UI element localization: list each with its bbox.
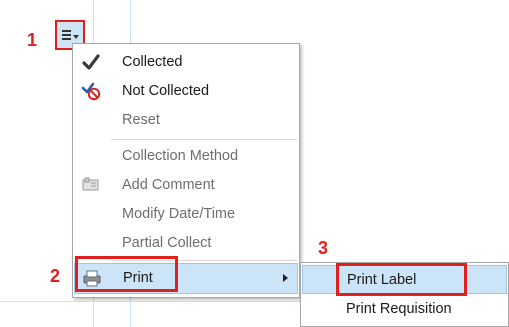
menu-item-print[interactable]: Print bbox=[74, 263, 298, 294]
step-3-label: 3 bbox=[318, 238, 329, 258]
chevron-down-icon bbox=[72, 34, 79, 39]
grid-line-vertical bbox=[130, 298, 131, 327]
menu-item-label: Print bbox=[123, 270, 153, 286]
menu-separator bbox=[111, 139, 297, 140]
comment-icon bbox=[82, 177, 99, 191]
step-2-label: 2 bbox=[50, 266, 61, 286]
menu-item-label: Not Collected bbox=[122, 83, 210, 99]
menu-item-label: Modify Date/Time bbox=[122, 206, 236, 222]
menu-item-label: Partial Collect bbox=[122, 235, 212, 251]
menu-item-reset[interactable]: Reset bbox=[74, 106, 298, 135]
hamburger-menu-icon bbox=[61, 30, 71, 40]
step-1-label: 1 bbox=[27, 30, 38, 50]
context-menu: Collected Not Collected Reset Collection… bbox=[72, 43, 300, 298]
grid-line-vertical bbox=[130, 0, 131, 43]
menu-item-add-comment[interactable]: Add Comment bbox=[74, 171, 298, 200]
menu-item-modify-date-time[interactable]: Modify Date/Time bbox=[74, 200, 298, 229]
submenu-item-print-requisition[interactable]: Print Requisition bbox=[302, 295, 507, 324]
menu-item-not-collected[interactable]: Not Collected bbox=[74, 77, 298, 106]
grid-line-horizontal bbox=[0, 301, 300, 302]
menu-separator bbox=[111, 260, 297, 261]
screenshot-stage: 1 Collected Not Collected Reset Collecti… bbox=[0, 0, 509, 327]
menu-item-label: Reset bbox=[122, 112, 160, 128]
menu-item-label: Collection Method bbox=[122, 148, 239, 164]
submenu-item-label: Print Label bbox=[347, 272, 417, 288]
menu-item-label: Collected bbox=[122, 54, 183, 70]
menu-item-collection-method[interactable]: Collection Method bbox=[74, 142, 298, 171]
menu-item-label: Add Comment bbox=[122, 177, 215, 193]
print-submenu: Print Label Print Requisition bbox=[300, 262, 509, 327]
submenu-item-print-label[interactable]: Print Label bbox=[302, 265, 507, 294]
chevron-right-icon bbox=[283, 274, 288, 282]
menu-item-partial-collect[interactable]: Partial Collect bbox=[74, 229, 298, 258]
printer-icon bbox=[83, 270, 101, 287]
submenu-item-label: Print Requisition bbox=[346, 301, 452, 317]
not-collected-icon bbox=[81, 82, 101, 101]
menu-item-collected[interactable]: Collected bbox=[74, 48, 298, 77]
checkmark-icon bbox=[82, 54, 100, 70]
